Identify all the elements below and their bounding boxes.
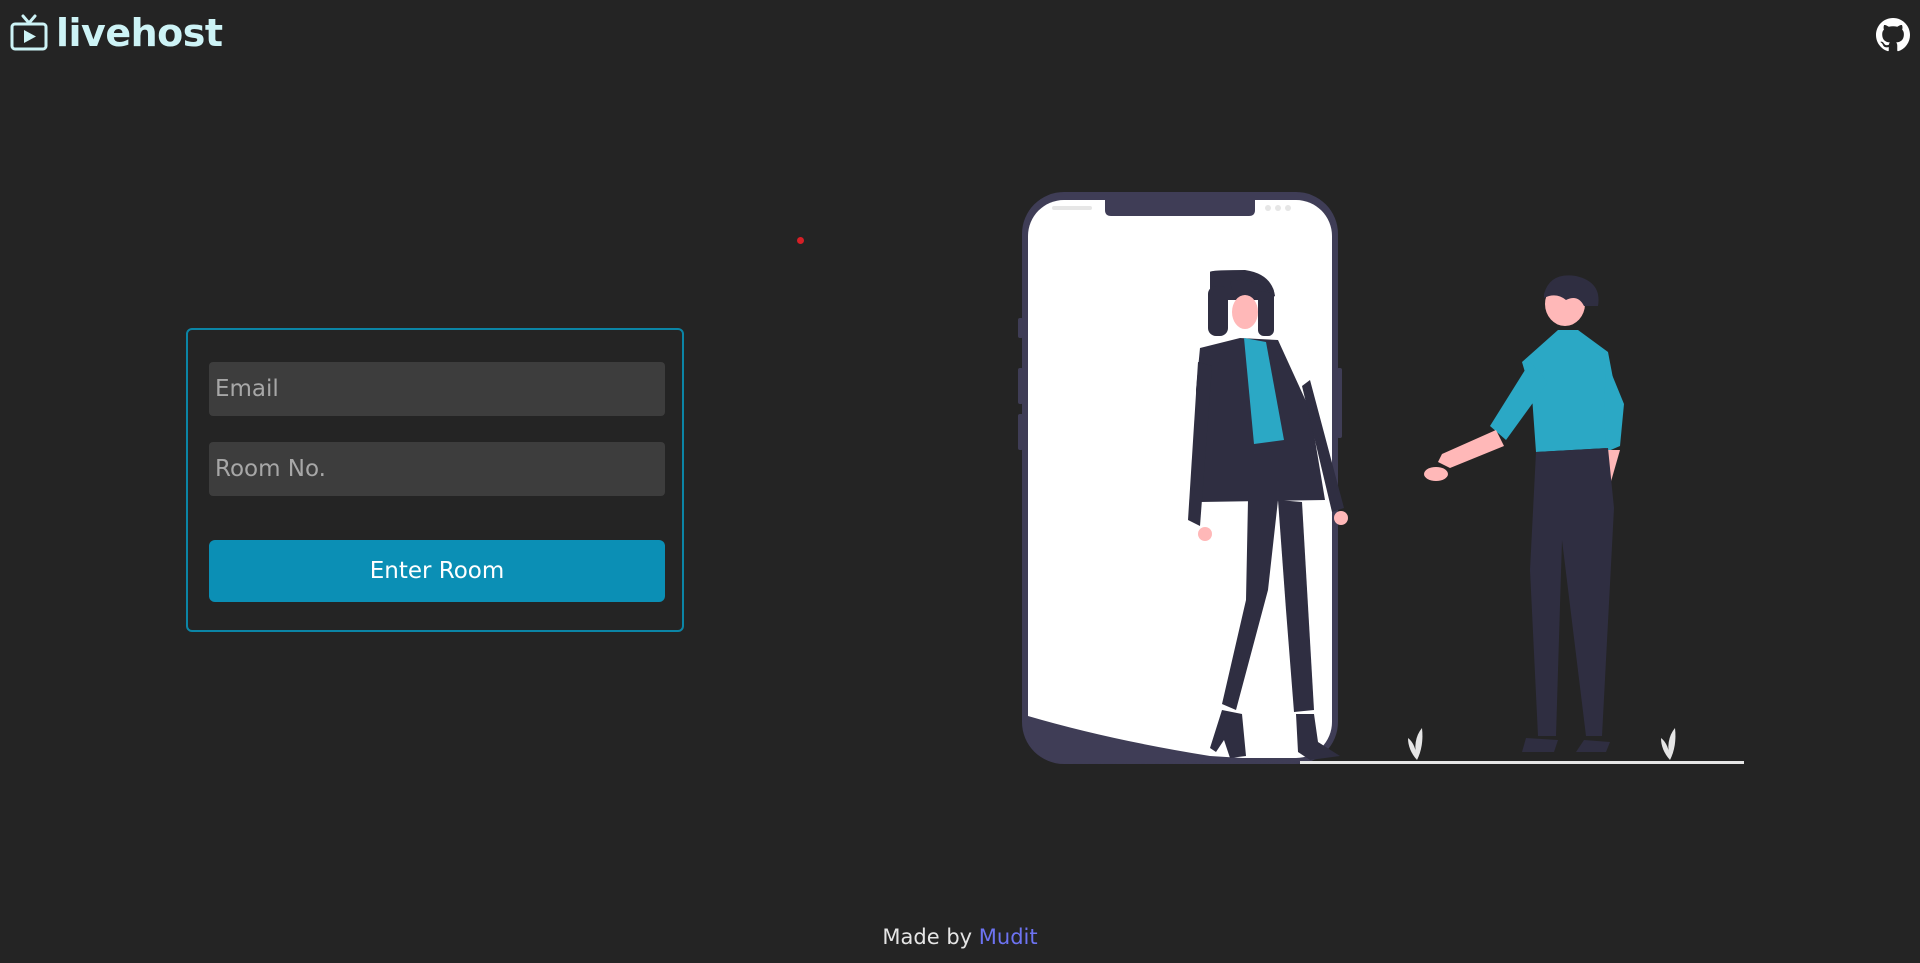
brand-logo-link[interactable]: livehost bbox=[10, 14, 223, 52]
phone-people-illustration bbox=[1018, 192, 1744, 764]
footer: Made by Mudit bbox=[0, 925, 1920, 949]
tv-icon bbox=[10, 14, 48, 51]
page: livehost Enter Room bbox=[0, 0, 1920, 963]
red-dot bbox=[797, 237, 804, 244]
room-number-input[interactable] bbox=[209, 442, 665, 496]
footer-prefix: Made by bbox=[882, 925, 979, 949]
github-icon bbox=[1876, 18, 1910, 52]
author-link[interactable]: Mudit bbox=[979, 925, 1038, 949]
github-link[interactable] bbox=[1876, 18, 1910, 52]
join-room-card: Enter Room bbox=[186, 328, 684, 632]
email-input[interactable] bbox=[209, 362, 665, 416]
enter-room-button[interactable]: Enter Room bbox=[209, 540, 665, 602]
brand-name: livehost bbox=[56, 11, 223, 55]
